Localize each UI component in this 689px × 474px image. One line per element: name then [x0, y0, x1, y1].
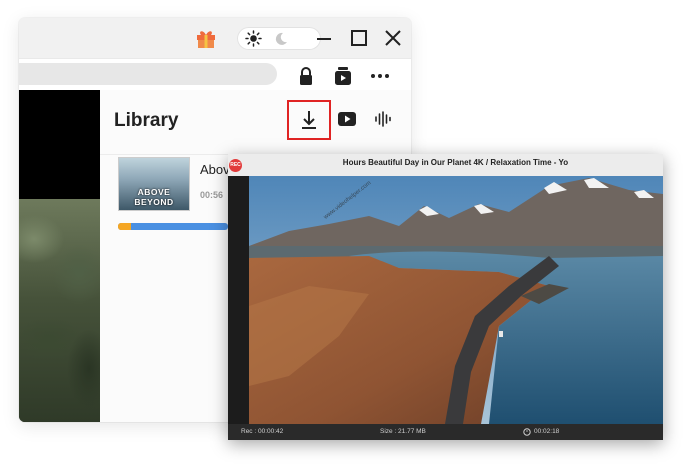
library-item-title[interactable]: Above	[200, 162, 230, 177]
rec-time: Rec : 00:00:42	[241, 428, 284, 435]
minimize-icon[interactable]	[313, 27, 335, 49]
file-size: Size : 21.77 MB	[380, 428, 426, 435]
library-item-time: 00:56	[200, 190, 224, 200]
sun-icon[interactable]	[245, 30, 262, 47]
more-icon[interactable]	[369, 65, 391, 87]
capture-icon[interactable]	[332, 65, 354, 87]
moon-icon[interactable]	[273, 31, 289, 47]
library-title: Library	[114, 110, 179, 131]
youtube-icon[interactable]	[338, 111, 356, 127]
timer-icon	[523, 428, 531, 436]
landscape-image	[249, 176, 663, 424]
close-icon[interactable]	[382, 27, 404, 49]
recording-video: www.videohelper.com	[249, 176, 663, 424]
recording-title-bar: REC Hours Beautiful Day in Our Planet 4K…	[228, 154, 663, 176]
thumbnail-text-top: ABOVE	[137, 187, 171, 197]
rec-badge[interactable]: REC	[229, 159, 242, 172]
theme-toggle[interactable]	[237, 27, 321, 50]
title-bar	[19, 18, 411, 58]
url-field[interactable]	[19, 63, 277, 85]
thumbnail-text-bottom: BEYOND	[134, 197, 174, 207]
recording-status-bar: Rec : 00:00:42 Size : 21.77 MB 00:02:18	[228, 424, 663, 440]
audio-wave-icon[interactable]	[374, 111, 392, 127]
browser-video-area	[19, 90, 100, 422]
download-button[interactable]	[287, 100, 331, 140]
progress-segment	[118, 223, 131, 230]
recording-title: Hours Beautiful Day in Our Planet 4K / R…	[342, 158, 569, 167]
recording-window: REC Hours Beautiful Day in Our Planet 4K…	[228, 154, 663, 440]
lock-icon[interactable]	[295, 65, 317, 87]
maximize-icon[interactable]	[348, 27, 370, 49]
download-icon	[302, 111, 316, 129]
video-thumbnail[interactable]: ABOVE BEYOND	[118, 157, 190, 211]
gift-icon[interactable]	[195, 27, 217, 49]
timer-value: 00:02:18	[534, 428, 560, 435]
video-frame	[19, 199, 100, 422]
download-progress-bar	[118, 223, 228, 230]
